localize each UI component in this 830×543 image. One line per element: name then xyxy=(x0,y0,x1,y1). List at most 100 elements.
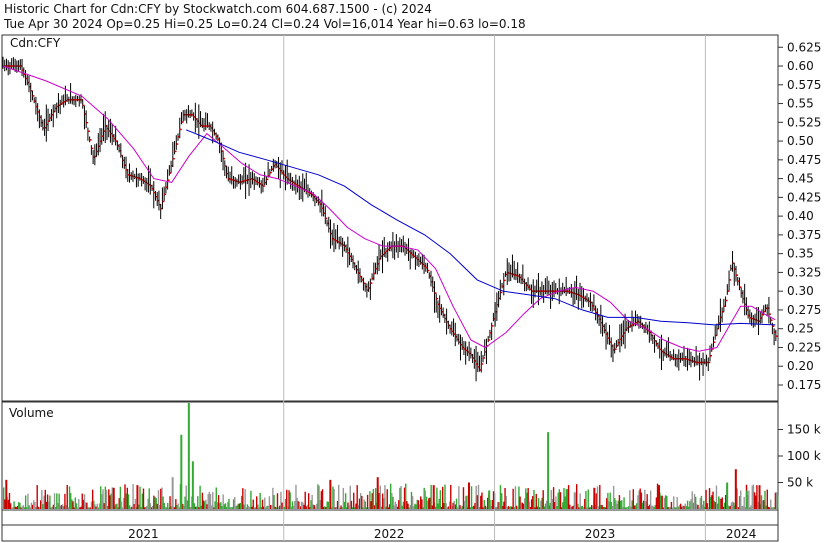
volume-bar xyxy=(466,495,468,509)
volume-bar xyxy=(361,495,363,509)
volume-spike-bar xyxy=(658,485,661,509)
volume-bar xyxy=(623,497,625,509)
price-tick-label: 0.375 xyxy=(787,228,821,242)
volume-tick-label: 150 k xyxy=(787,423,821,437)
price-tick-label: 0.55 xyxy=(787,97,814,111)
volume-bar xyxy=(477,484,480,509)
price-tick-label: 0.525 xyxy=(787,115,821,129)
volume-spike-bar xyxy=(488,490,491,509)
price-tick-label: 0.575 xyxy=(787,78,821,92)
price-tick-label: 0.30 xyxy=(787,284,814,298)
price-tick-label: 0.25 xyxy=(787,322,814,336)
chart-header-line-2: Tue Apr 30 2024 Op=0.25 Hi=0.25 Lo=0.24 … xyxy=(3,17,526,31)
volume-spike-bar xyxy=(593,487,596,509)
volume-bar xyxy=(197,496,199,509)
volume-bar xyxy=(321,489,324,509)
volume-spike-bar xyxy=(112,487,115,509)
volume-bar xyxy=(259,492,261,509)
volume-bar xyxy=(400,486,402,509)
volume-bar xyxy=(470,486,473,509)
chart-header-line-1: Historic Chart for Cdn:CFY by Stockwatch… xyxy=(4,2,432,16)
price-tick-label: 0.425 xyxy=(787,190,821,204)
volume-bar xyxy=(493,493,496,509)
volume-spike-bar xyxy=(726,482,729,509)
volume-bar xyxy=(353,492,355,509)
price-tick-label: 0.475 xyxy=(787,153,821,167)
volume-tick-label: 100 k xyxy=(787,449,821,463)
symbol-label: Cdn:CFY xyxy=(10,36,61,50)
volume-tick-label: 50 k xyxy=(787,476,813,490)
volume-spike-bar xyxy=(329,479,332,509)
price-tick-label: 0.45 xyxy=(787,172,814,186)
volume-bar xyxy=(585,491,587,509)
volume-bar xyxy=(596,486,599,509)
volume-bar xyxy=(24,495,27,509)
volume-spike-bar xyxy=(500,493,503,509)
volume-bar xyxy=(244,489,246,509)
volume-bar xyxy=(338,484,340,509)
volume-bar xyxy=(199,485,201,509)
volume-bar xyxy=(142,488,145,509)
price-tick-label: 0.175 xyxy=(787,378,821,392)
volume-bar xyxy=(276,493,279,509)
volume-spike-bar xyxy=(547,432,550,509)
volume-spike-bar xyxy=(758,485,761,509)
volume-bar xyxy=(748,490,750,509)
volume-bar xyxy=(673,496,675,509)
volume-bar xyxy=(666,495,668,509)
volume-bar xyxy=(661,495,663,509)
price-tick-label: 0.225 xyxy=(787,340,821,354)
volume-spike-bar xyxy=(5,479,8,509)
volume-spike-bar xyxy=(745,490,748,509)
volume-bar xyxy=(386,489,388,509)
volume-bar xyxy=(286,489,288,509)
volume-spike-bar xyxy=(136,485,139,509)
volume-spike-bar xyxy=(376,477,379,509)
volume-bar xyxy=(139,486,141,509)
price-tick-label: 0.275 xyxy=(787,303,821,317)
volume-bar xyxy=(289,492,291,509)
volume-bar xyxy=(366,494,369,509)
volume-bar xyxy=(264,497,266,509)
volume-spike-bar xyxy=(187,403,190,509)
volume-bar xyxy=(512,488,514,509)
year-label: 2021 xyxy=(128,527,159,541)
volume-bar xyxy=(212,491,214,509)
volume-bar xyxy=(514,486,517,509)
price-tick-label: 0.625 xyxy=(787,40,821,54)
volume-bar xyxy=(439,490,442,509)
volume-panel-label: Volume xyxy=(9,406,54,420)
volume-bar xyxy=(66,484,68,509)
volume-bar xyxy=(743,496,745,509)
year-label: 2023 xyxy=(585,527,616,541)
volume-bar xyxy=(379,485,382,509)
volume-bar xyxy=(430,484,432,509)
price-tick-label: 0.60 xyxy=(787,59,814,73)
volume-bar xyxy=(587,489,589,509)
volume-bar xyxy=(49,495,51,509)
price-tick-label: 0.20 xyxy=(787,359,814,373)
year-label: 2024 xyxy=(726,527,757,541)
volume-bar xyxy=(344,493,347,509)
volume-spike-bar xyxy=(467,482,470,509)
price-tick-label: 0.325 xyxy=(787,265,821,279)
volume-bar xyxy=(450,484,452,509)
volume-bar xyxy=(766,489,769,509)
volume-bar xyxy=(629,490,631,509)
volume-spike-bar xyxy=(734,469,737,509)
volume-bar xyxy=(537,498,540,509)
volume-bar xyxy=(559,492,562,509)
stock-chart: Historic Chart for Cdn:CFY by Stockwatch… xyxy=(0,0,830,543)
volume-bar xyxy=(333,489,335,509)
volume-bar xyxy=(250,490,252,509)
volume-bar xyxy=(777,496,779,509)
volume-spike-bar xyxy=(432,485,435,509)
volume-bar xyxy=(53,493,56,509)
price-tick-label: 0.50 xyxy=(787,134,814,148)
volume-spike-bar xyxy=(180,434,183,509)
volume-bar xyxy=(481,492,483,509)
volume-bar xyxy=(36,485,38,509)
volume-bar xyxy=(307,493,310,509)
volume-bar xyxy=(542,490,544,509)
volume-bar xyxy=(384,485,386,509)
